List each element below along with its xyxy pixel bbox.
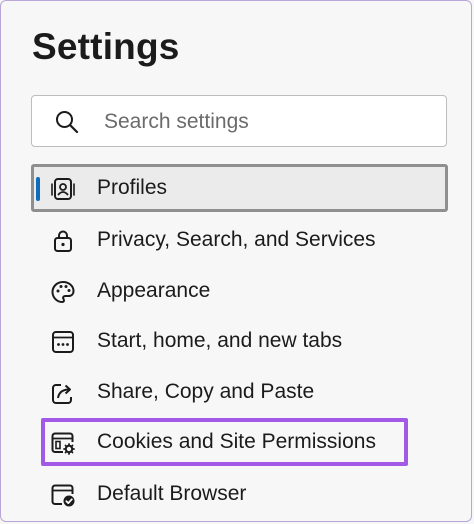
share-icon — [50, 380, 76, 406]
sidebar-item-label: Privacy, Search, and Services — [97, 228, 376, 251]
sidebar-item-label: Profiles — [97, 176, 168, 199]
sidebar-item-default-browser[interactable]: Default Browser — [31, 470, 448, 518]
sidebar-item-label: Default Browser — [97, 482, 247, 505]
sidebar-item-privacy[interactable]: Privacy, Search, and Services — [31, 216, 448, 264]
site-permissions-icon — [50, 430, 76, 456]
sidebar-item-label: Share, Copy and Paste — [97, 380, 315, 403]
sidebar-item-label: Start, home, and new tabs — [97, 329, 343, 352]
sidebar-item-profiles[interactable]: Profiles — [31, 164, 448, 212]
sidebar-item-appearance[interactable]: Appearance — [31, 267, 448, 315]
sidebar-item-label: Appearance — [97, 279, 211, 302]
default-browser-icon — [50, 482, 76, 508]
sidebar-item-start-home[interactable]: Start, home, and new tabs — [31, 317, 448, 365]
search-icon — [54, 109, 80, 140]
selected-indicator — [36, 177, 40, 201]
start-page-icon — [50, 329, 76, 355]
lock-icon — [50, 228, 76, 254]
search-input[interactable]: Search settings — [31, 95, 447, 147]
palette-icon — [50, 279, 76, 305]
profile-icon — [50, 176, 76, 202]
page-title: Settings — [32, 26, 180, 67]
sidebar-item-share-copy-paste[interactable]: Share, Copy and Paste — [31, 368, 448, 416]
search-placeholder: Search settings — [104, 110, 249, 133]
sidebar-item-label: Cookies and Site Permissions — [97, 430, 376, 453]
sidebar-item-cookies-site-permissions[interactable]: Cookies and Site Permissions — [31, 418, 448, 466]
